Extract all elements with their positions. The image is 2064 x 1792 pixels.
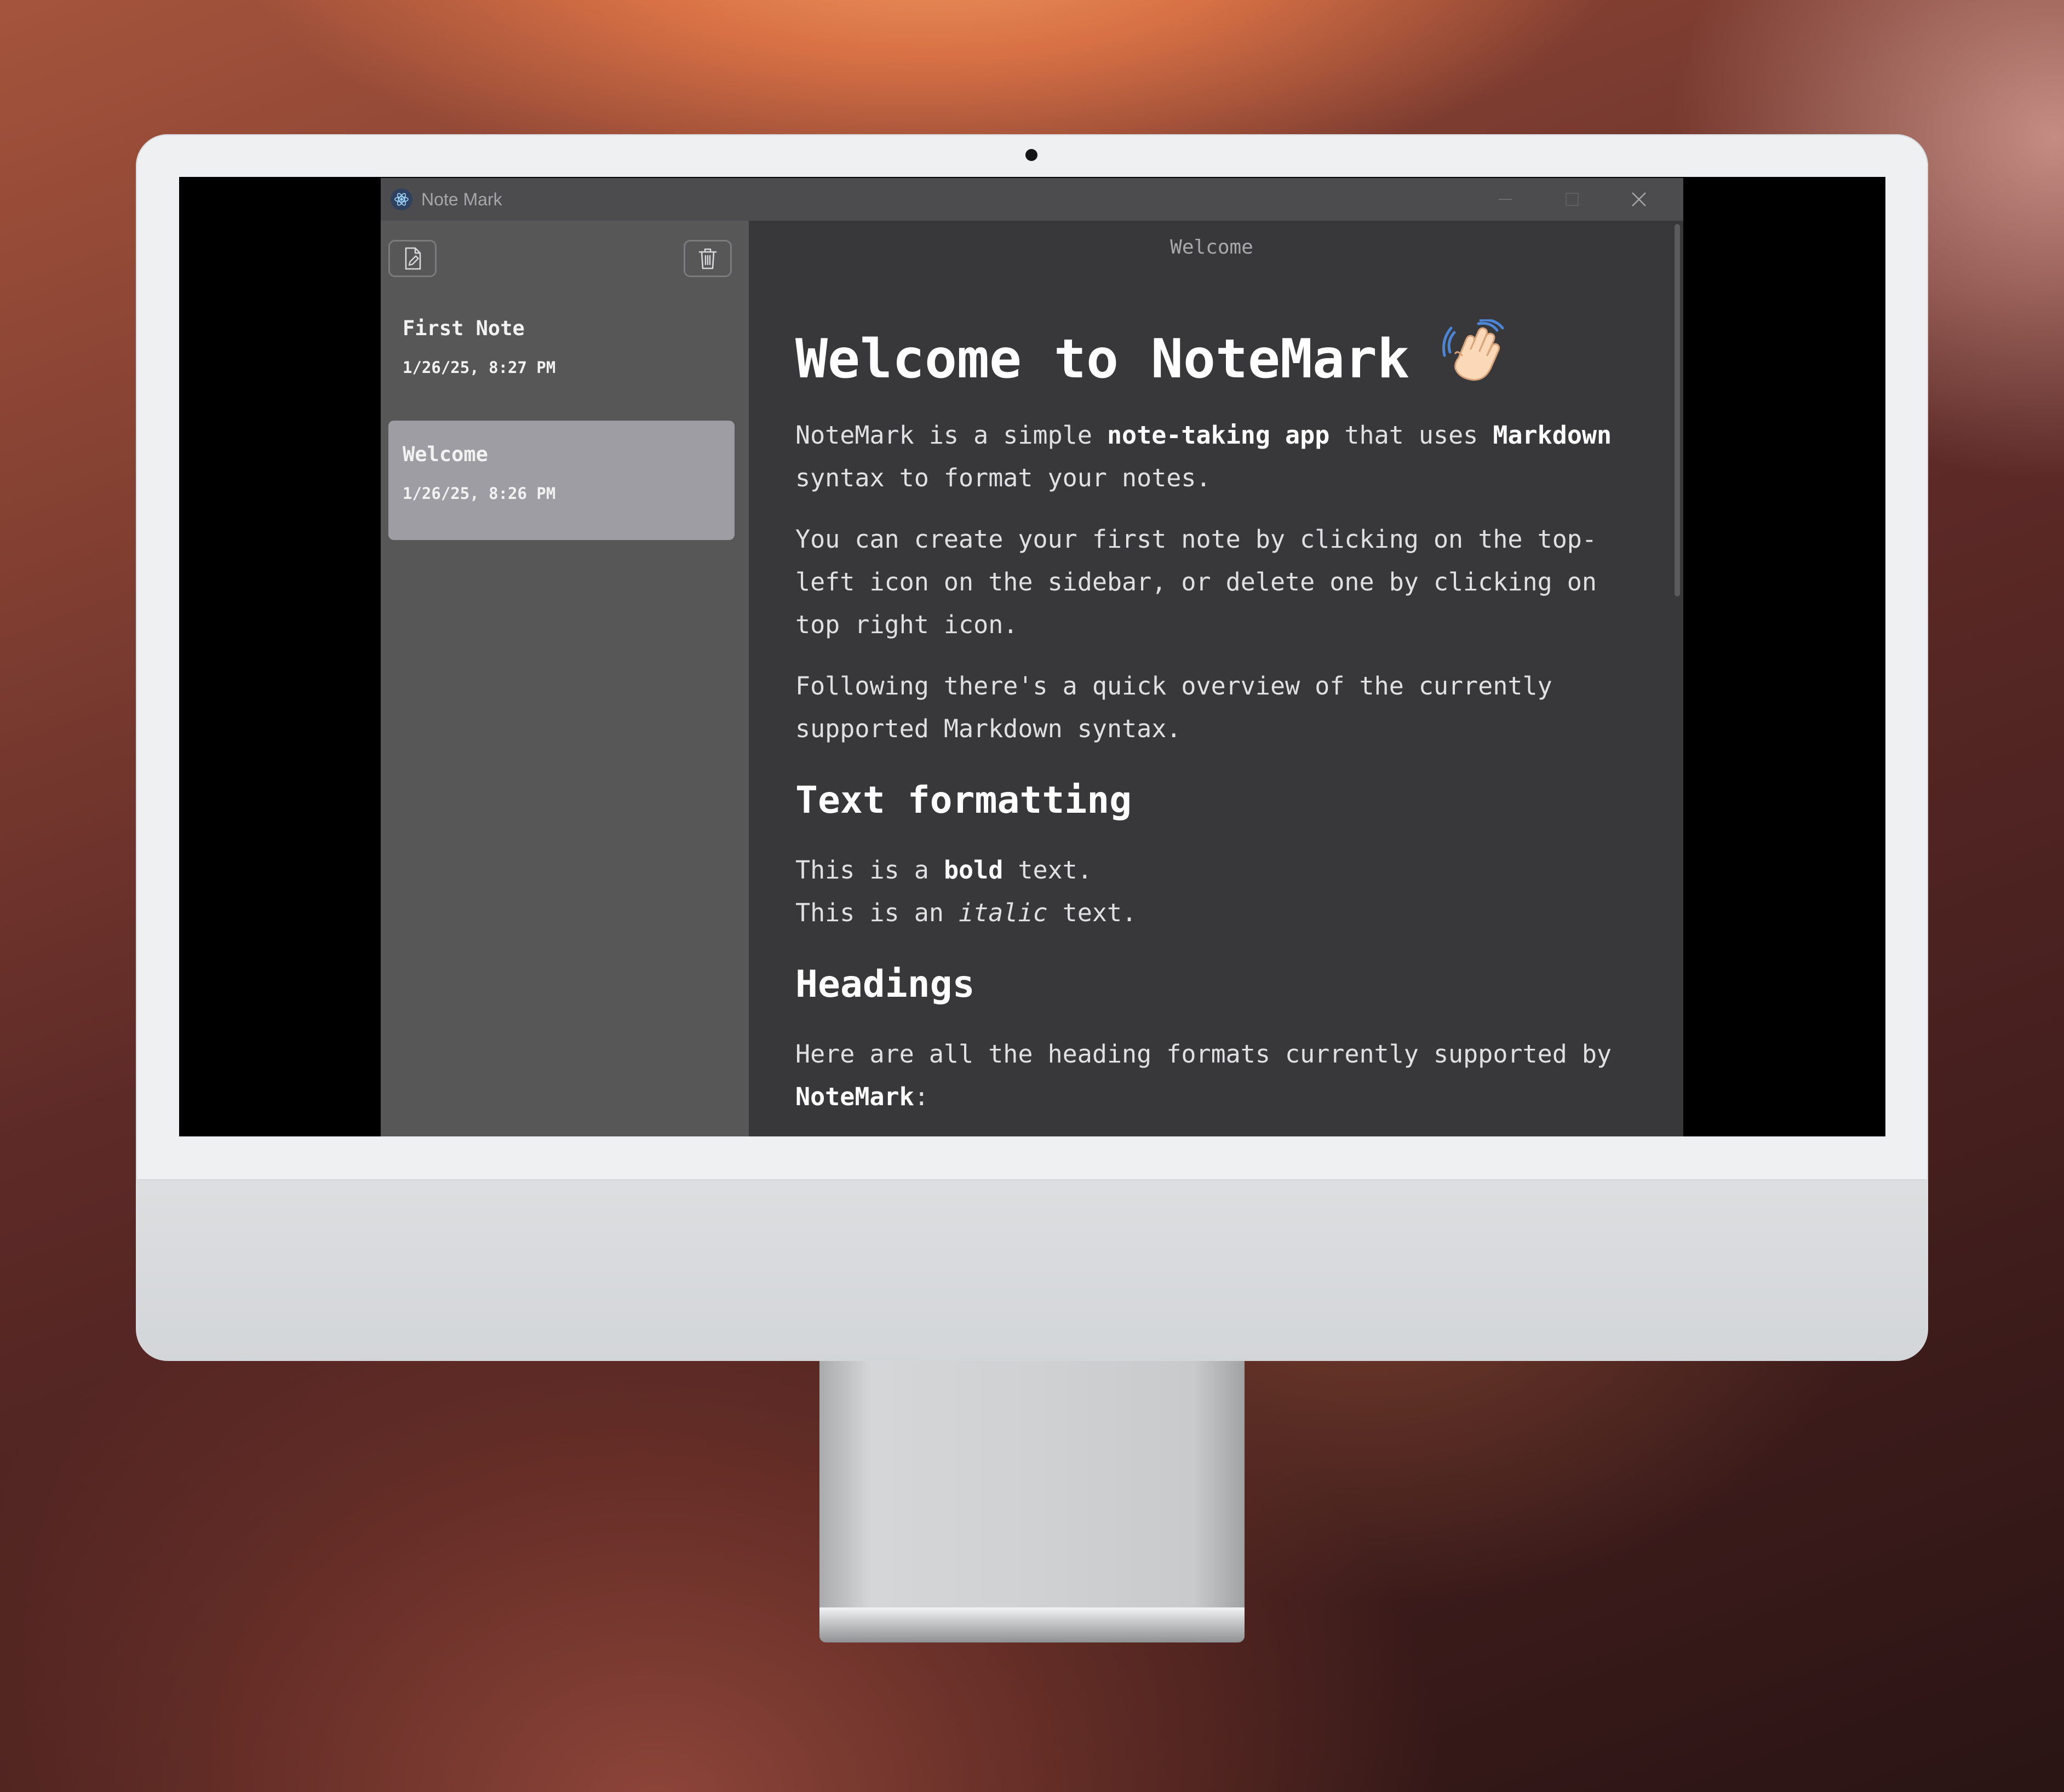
new-note-button[interactable] [388, 240, 437, 277]
camera [1025, 149, 1037, 161]
sidebar: First Note 1/26/25, 8:27 PM Welcome 1/26… [381, 221, 749, 1136]
paragraph-intro: NoteMark is a simple note-taking app tha… [795, 414, 1628, 499]
text-span: This is an [795, 898, 959, 927]
paragraph-create: You can create your first note by clicki… [795, 518, 1628, 646]
screen: Note Mark First Note 1/26/25, 8:27 PM We… [179, 177, 1885, 1136]
text-span: This is a [795, 855, 944, 884]
heading-text-formatting: Text formatting [795, 779, 1132, 822]
text-span: text. [1003, 855, 1092, 884]
bold-span: bold [943, 855, 1004, 884]
markdown-content[interactable]: Welcome to NoteMark NoteMark is a simple… [795, 318, 1628, 1136]
minimize-button[interactable] [1472, 178, 1539, 221]
paragraph-headings: Here are all the heading formats current… [795, 1033, 1628, 1118]
text-span: left icon on the sidebar, or delete one … [795, 567, 1597, 596]
bold-span: note-taking app [1106, 421, 1330, 450]
heading-1-text: Welcome to NoteMark [795, 328, 1410, 390]
italic-span: italic [959, 898, 1048, 927]
delete-note-button[interactable] [684, 240, 732, 277]
text-span: that uses [1329, 421, 1493, 450]
editor[interactable]: Welcome Welcome to NoteMark NoteMark is … [749, 221, 1683, 1136]
note-title-header: Welcome [1170, 236, 1253, 259]
scrollbar[interactable] [1675, 224, 1680, 596]
text-span: You can create your first note by clicki… [795, 525, 1597, 554]
window-title: Note Mark [421, 189, 502, 209]
text-span: syntax to format your notes. [795, 463, 1211, 492]
text-span: top right icon. [795, 610, 1018, 639]
stand-base [819, 1607, 1245, 1642]
app-window: Note Mark First Note 1/26/25, 8:27 PM We… [381, 178, 1683, 1136]
note-date: 1/26/25, 8:26 PM [403, 484, 556, 503]
maximize-button[interactable] [1539, 178, 1606, 221]
electron-icon [391, 188, 412, 210]
bold-span: NoteMark [795, 1082, 914, 1111]
text-span: : [914, 1082, 929, 1111]
minimize-icon [1499, 199, 1512, 200]
paragraph-formatting: This is a bold text. This is an italic t… [795, 849, 1628, 934]
bold-span: Markdown [1493, 421, 1612, 450]
maximize-icon [1566, 193, 1579, 206]
note-title: Welcome [403, 443, 488, 466]
heading-1: Welcome to NoteMark [795, 318, 1628, 399]
waving-hand-icon [1442, 318, 1508, 399]
stand-neck [819, 1361, 1245, 1607]
note-title: First Note [403, 317, 525, 340]
close-button[interactable] [1606, 178, 1672, 221]
note-date: 1/26/25, 8:27 PM [403, 358, 556, 377]
new-note-icon [405, 247, 421, 270]
close-icon [1632, 192, 1646, 206]
text-span: Following there's a quick overview of th… [795, 671, 1552, 700]
text-span: supported Markdown syntax. [795, 714, 1182, 743]
window-controls [1472, 178, 1672, 221]
monitor-chin [136, 1180, 1928, 1361]
note-item-first-note[interactable]: First Note 1/26/25, 8:27 PM [388, 295, 735, 414]
heading-headings: Headings [795, 963, 975, 1006]
text-span: text. [1047, 898, 1137, 927]
text-span: NoteMark is a simple [795, 421, 1107, 450]
text-span: Here are all the heading formats current… [795, 1039, 1612, 1069]
note-item-welcome[interactable]: Welcome 1/26/25, 8:26 PM [388, 421, 735, 540]
trash-icon [698, 248, 717, 269]
titlebar[interactable]: Note Mark [381, 178, 1683, 221]
paragraph-overview: Following there's a quick overview of th… [795, 665, 1628, 750]
